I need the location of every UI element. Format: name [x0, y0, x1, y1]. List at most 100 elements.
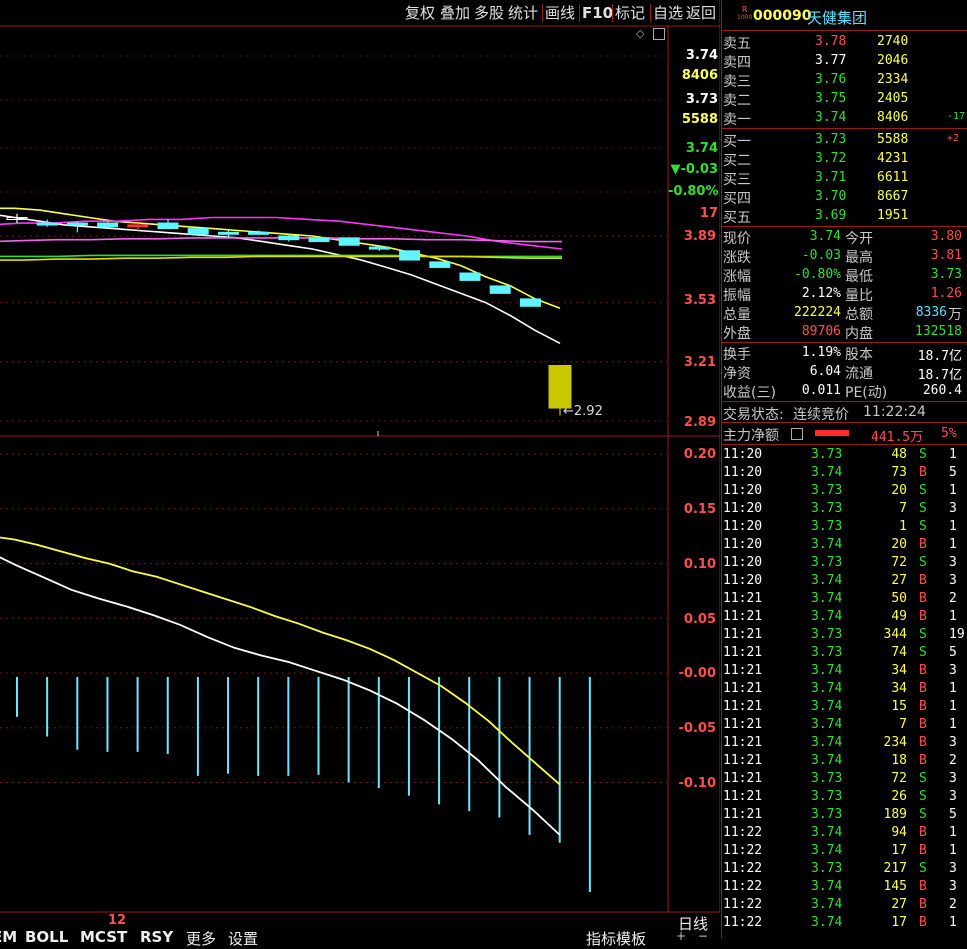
bid-label: 买一	[723, 134, 751, 150]
tick-volume: 49	[891, 609, 907, 624]
tick-direction: B	[919, 915, 927, 930]
tab-rsy[interactable]: RSY	[140, 928, 173, 946]
tick-price: 3.74	[811, 915, 843, 930]
bid-volume: 4231	[877, 151, 909, 166]
bid-price[interactable]: 3.71	[815, 170, 846, 185]
trade-status-time: 11:22:24	[863, 404, 926, 420]
bid-label: 买二	[723, 153, 751, 169]
stat-value: 18.7亿	[917, 349, 962, 364]
tick-scrollbar[interactable]	[959, 460, 965, 930]
period-box[interactable]: 日线 + −	[668, 913, 720, 943]
bid-delta: +2	[947, 133, 960, 144]
bid-price[interactable]: 3.72	[815, 151, 846, 166]
macd-tick-5: -0.00	[678, 666, 716, 681]
tab-more[interactable]: 更多	[186, 928, 216, 949]
tick-price: 3.73	[811, 645, 843, 660]
tick-count: 3	[949, 663, 957, 678]
toolbar-tongji-button[interactable]: 统计	[508, 3, 538, 23]
indicator-template-tab[interactable]: 指标模板	[586, 928, 646, 949]
tab-mcst[interactable]: MCST	[80, 928, 127, 946]
bid-price[interactable]: 3.73	[815, 132, 846, 147]
zoom-in-icon[interactable]: +	[676, 929, 686, 943]
tick-time: 11:20	[723, 447, 763, 462]
tick-direction: B	[919, 879, 927, 894]
tick-direction: B	[919, 663, 927, 678]
tick-price: 3.73	[811, 447, 843, 462]
candle-body	[187, 228, 209, 235]
tick-volume: 27	[891, 897, 907, 912]
stat-label: 振幅	[723, 288, 751, 304]
ask-price[interactable]: 3.76	[815, 72, 846, 87]
zoom-out-icon[interactable]: −	[698, 929, 708, 943]
tick-price: 3.74	[811, 537, 843, 552]
tick-direction: S	[919, 519, 927, 534]
candle-body	[548, 365, 572, 409]
stat-value: 89706	[801, 324, 841, 339]
ask-volume: 2405	[877, 91, 909, 106]
tick-price: 3.74	[811, 879, 843, 894]
tick-count: 1	[949, 537, 957, 552]
tick-direction: B	[919, 591, 927, 606]
toolbar-huaxian-button[interactable]: 画线	[545, 3, 575, 23]
tick-direction: S	[919, 555, 927, 570]
tab-em[interactable]: EM	[0, 928, 17, 946]
bid-price[interactable]: 3.69	[815, 208, 846, 223]
tick-volume: 344	[883, 627, 907, 642]
stat-value: 260.4	[922, 383, 962, 398]
tick-time: 11:21	[723, 663, 763, 678]
tick-time: 11:22	[723, 897, 763, 912]
stat-label: 现价	[723, 231, 751, 247]
capital-toggle-icon[interactable]	[791, 428, 803, 440]
chart-area[interactable]: 3.89 3.53 3.21 2.89 ←2.92 3.74 8406 3.73…	[0, 0, 720, 948]
ask-price[interactable]: 3.74	[815, 110, 846, 125]
stock-name[interactable]: 天健集团	[807, 7, 867, 28]
candle-body	[459, 272, 481, 281]
stat-label: 最高	[845, 250, 873, 266]
candle-body	[519, 298, 541, 307]
bid-label: 买四	[723, 191, 751, 207]
toolbar-duogu-button[interactable]: 多股	[474, 3, 504, 23]
diamond-icon[interactable]: ◇	[636, 27, 644, 40]
bid-label: 买三	[723, 172, 751, 188]
toolbar-fuquan-button[interactable]: 复权	[405, 3, 435, 23]
tab-boll[interactable]: BOLL	[25, 928, 68, 946]
divider	[721, 226, 967, 227]
tick-count: 3	[949, 735, 957, 750]
toolbar-separator	[650, 4, 651, 22]
ask-label: 卖四	[723, 55, 751, 71]
stock-code[interactable]: 000090	[753, 8, 811, 24]
bid-price[interactable]: 3.70	[815, 189, 846, 204]
tick-count: 3	[949, 789, 957, 804]
min-price-label: 2.92	[573, 404, 603, 419]
tick-price: 3.74	[811, 825, 843, 840]
ask-price[interactable]: 3.78	[815, 34, 846, 49]
tick-direction: B	[919, 717, 927, 732]
toolbar-separator	[542, 4, 543, 22]
candle-body	[157, 222, 179, 230]
toolbar-biaoji-button[interactable]: 标记	[615, 3, 645, 23]
ask-price[interactable]: 3.75	[815, 91, 846, 106]
ask-price[interactable]: 3.77	[815, 53, 846, 68]
divider	[721, 30, 967, 31]
stat-value: 3.74	[809, 229, 841, 244]
tick-count: 1	[949, 825, 957, 840]
tab-settings[interactable]: 设置	[228, 928, 258, 949]
tick-direction: B	[919, 753, 927, 768]
bid-volume: 5588	[877, 132, 909, 147]
tick-direction: S	[919, 645, 927, 660]
panel-border	[721, 0, 722, 938]
candle-body	[66, 222, 88, 226]
toolbar-zixuan-button[interactable]: 自选	[653, 3, 683, 23]
cursor-x-label: 12	[108, 913, 127, 928]
trade-status-value: 连续竞价	[793, 407, 849, 423]
tick-volume: 50	[891, 591, 907, 606]
tick-price: 3.73	[811, 861, 843, 876]
divider	[721, 128, 967, 129]
toolbar-diejia-button[interactable]: 叠加	[440, 3, 470, 23]
toolbar-f10-button[interactable]: F10	[582, 3, 613, 23]
tick-time: 11:21	[723, 609, 763, 624]
info-vol-b: 5588	[681, 112, 718, 127]
toolbar-fanhui-button[interactable]: 返回	[686, 3, 716, 23]
window-toggle-icon[interactable]	[653, 28, 665, 40]
tick-count: 5	[949, 807, 957, 822]
